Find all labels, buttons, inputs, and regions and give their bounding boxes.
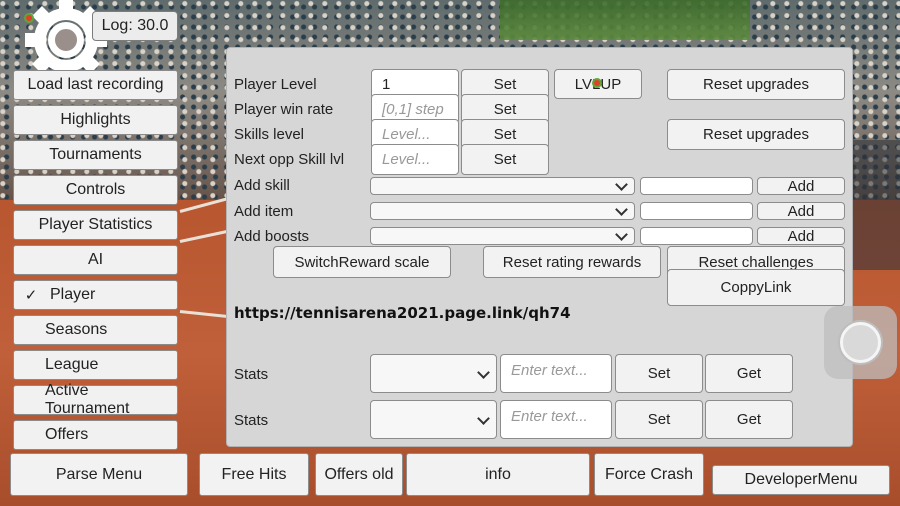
joystick-knob[interactable]: [840, 322, 881, 363]
add-boosts-label: Add boosts: [234, 228, 310, 245]
reset-upgrades-button-2[interactable]: Reset upgrades: [667, 119, 845, 150]
player-level-label: Player Level: [234, 76, 317, 93]
stats-label-2: Stats: [234, 412, 269, 429]
share-link-text: https://tennisarena2021.page.link/qh74: [234, 304, 571, 322]
stats-text-input[interactable]: Enter text...: [500, 354, 612, 393]
stats-label: Stats: [234, 366, 269, 383]
touch-indicator-icon: [592, 78, 602, 88]
add-boosts-input[interactable]: [640, 227, 753, 245]
player-button[interactable]: ✓ Player: [13, 280, 178, 310]
add-skill-input[interactable]: [640, 177, 753, 195]
stats-get-button[interactable]: Get: [705, 354, 793, 393]
next-opp-skill-input[interactable]: Level...: [371, 144, 459, 175]
checkmark-icon: ✓: [24, 287, 38, 304]
stats-set-button[interactable]: Set: [615, 354, 703, 393]
chevron-down-icon: [615, 178, 628, 191]
add-skill-label: Add skill: [234, 177, 290, 194]
add-item-label: Add item: [234, 203, 294, 220]
stats-text-input-2[interactable]: Enter text...: [500, 400, 612, 439]
trees: [500, 0, 750, 40]
stats-get-button-2[interactable]: Get: [705, 400, 793, 439]
league-button[interactable]: League: [13, 350, 178, 380]
joystick-icon[interactable]: [824, 306, 897, 379]
reset-upgrades-button[interactable]: Reset upgrades: [667, 69, 845, 100]
stats-dropdown[interactable]: [370, 354, 497, 393]
add-item-input[interactable]: [640, 202, 753, 220]
add-skill-button[interactable]: Add: [757, 177, 845, 195]
offers-old-button[interactable]: Offers old: [315, 453, 403, 496]
skills-level-label: Skills level: [234, 126, 305, 143]
next-opp-skill-set-button[interactable]: Set: [461, 144, 549, 175]
touch-indicator-icon: [24, 13, 34, 23]
developer-menu-button[interactable]: DeveloperMenu: [712, 465, 890, 495]
free-hits-button[interactable]: Free Hits: [199, 453, 309, 496]
parse-menu-button[interactable]: Parse Menu: [10, 453, 188, 496]
chevron-down-icon: [615, 203, 628, 216]
stats-set-button-2[interactable]: Set: [615, 400, 703, 439]
add-boosts-button[interactable]: Add: [757, 227, 845, 245]
add-boosts-dropdown[interactable]: [370, 227, 635, 245]
force-crash-button[interactable]: Force Crash: [594, 453, 704, 496]
log-display: Log: 30.0: [92, 11, 178, 41]
controls-button[interactable]: Controls: [13, 175, 178, 205]
copy-link-button[interactable]: CoppyLink: [667, 269, 845, 306]
switch-reward-scale-button[interactable]: SwitchReward scale: [273, 246, 451, 278]
player-statistics-button[interactable]: Player Statistics: [13, 210, 178, 240]
add-skill-dropdown[interactable]: [370, 177, 635, 195]
court-side-shadow: [850, 140, 900, 270]
next-opp-skill-label: Next opp Skill lvl: [234, 151, 345, 168]
load-last-recording-button[interactable]: Load last recording: [13, 70, 178, 100]
stats-dropdown-2[interactable]: [370, 400, 497, 439]
highlights-button[interactable]: Highlights: [13, 105, 178, 135]
add-item-button[interactable]: Add: [757, 202, 845, 220]
ai-button[interactable]: AI: [13, 245, 178, 275]
info-button[interactable]: info: [406, 453, 590, 496]
chevron-down-icon: [477, 411, 490, 425]
reset-rating-rewards-button[interactable]: Reset rating rewards: [483, 246, 661, 278]
active-tournament-button[interactable]: Active Tournament: [13, 382, 178, 417]
tournaments-button[interactable]: Tournaments: [13, 140, 178, 170]
chevron-down-icon: [615, 228, 628, 241]
add-item-dropdown[interactable]: [370, 202, 635, 220]
offers-button[interactable]: Offers: [13, 420, 178, 450]
player-win-rate-label: Player win rate: [234, 101, 334, 118]
seasons-button[interactable]: Seasons: [13, 315, 178, 345]
chevron-down-icon: [477, 365, 490, 379]
player-button-label: Player: [50, 286, 96, 303]
